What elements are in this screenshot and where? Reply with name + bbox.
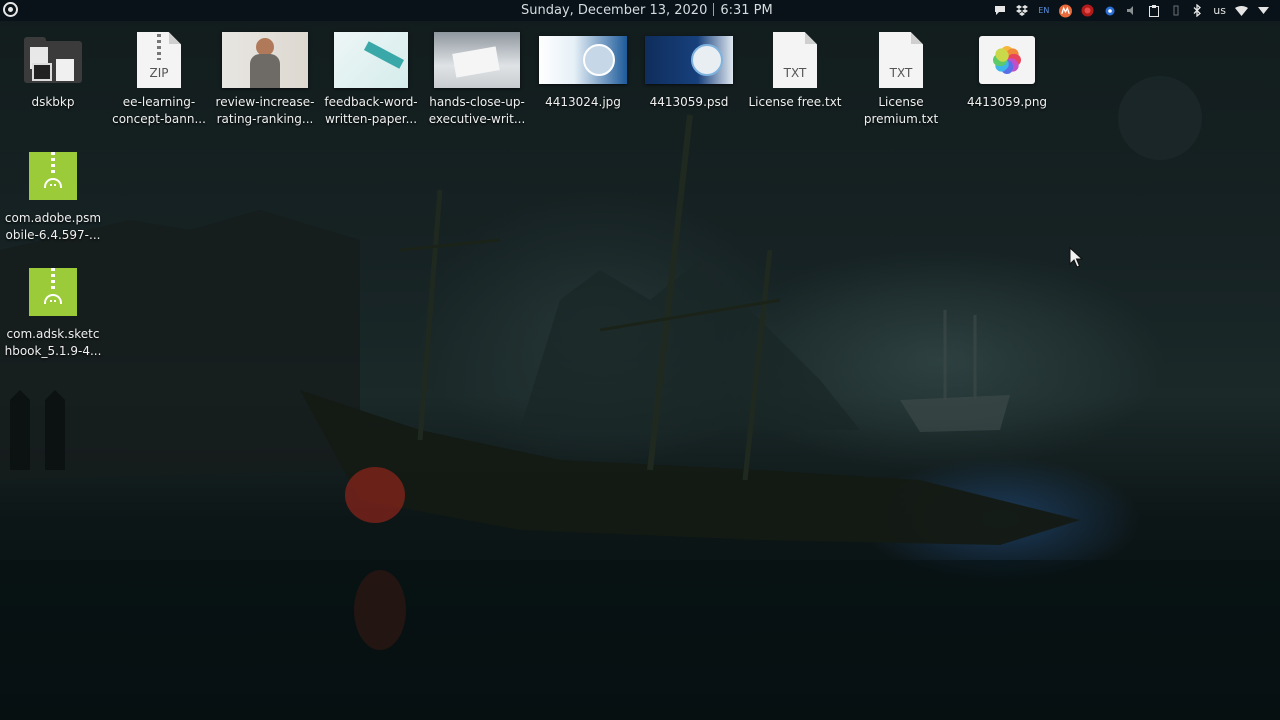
record-button-icon[interactable] (1081, 4, 1094, 17)
text-file-icon: TXT (743, 30, 847, 90)
clock-separator (713, 3, 715, 16)
clipboard-icon[interactable] (1147, 4, 1160, 17)
top-panel: Sunday, December 13, 2020 6:31 PM EN us (0, 0, 1280, 21)
zip-file-icon: ZIP (107, 30, 211, 90)
application-menu-icon[interactable] (3, 2, 18, 17)
notification-toggle-icon[interactable] (1169, 4, 1182, 17)
desktop-icon-review-increase[interactable]: review-increase- rating-ranking... (213, 30, 317, 128)
desktop-icon-4413059-psd[interactable]: 4413059.psd (637, 30, 741, 111)
folder-icon (1, 30, 105, 90)
image-thumbnail-icon (531, 30, 635, 90)
desktop-icon-4413024-jpg[interactable]: 4413024.jpg (531, 30, 635, 111)
volume-icon[interactable] (1125, 4, 1138, 17)
mouse-cursor-icon (1069, 246, 1084, 273)
recorder-icon[interactable] (1059, 4, 1073, 17)
desktop-icon-label: 4413059.psd (649, 95, 729, 109)
keyboard-layout[interactable]: us (1213, 4, 1226, 17)
desktop-icon-hands-close-up[interactable]: hands-close-up- executive-writ... (425, 30, 529, 128)
desktop-icon-label: feedback-word- written-paper... (324, 95, 418, 126)
image-thumbnail-icon (425, 30, 529, 90)
sync-icon[interactable] (1103, 4, 1116, 17)
panel-clock[interactable]: Sunday, December 13, 2020 6:31 PM (521, 2, 773, 19)
clock-date: Sunday, December 13, 2020 (521, 3, 708, 18)
bluetooth-icon[interactable] (1191, 4, 1204, 17)
photos-app-icon (955, 30, 1059, 90)
desktop-icon-label: 4413059.png (966, 95, 1048, 109)
desktop-icon-label: hands-close-up- executive-writ... (428, 95, 526, 126)
image-thumbnail-icon (319, 30, 423, 90)
desktop-icon-psmobile-apk[interactable]: com.adobe.psm obile-6.4.597-... (1, 146, 105, 244)
desktop-icon-license-premium[interactable]: TXT License premium.txt (849, 30, 953, 128)
desktop-icon-ee-learning[interactable]: ZIP ee-learning- concept-bann... (107, 30, 211, 128)
desktop-icon-license-free[interactable]: TXT License free.txt (743, 30, 847, 111)
system-tray: EN us (993, 2, 1270, 19)
panel-menu-arrow-icon[interactable] (1257, 4, 1270, 17)
desktop-icon-label: dskbkp (31, 95, 75, 109)
desktop-icon-label: License free.txt (748, 95, 842, 109)
desktop-icon-label: License premium.txt (863, 95, 939, 126)
desktop-icon-feedback-word[interactable]: feedback-word- written-paper... (319, 30, 423, 128)
keyboard-indicator[interactable]: EN (1037, 4, 1050, 17)
desktop-icon-label: com.adsk.sketc hbook_5.1.9-4... (4, 327, 102, 358)
image-thumbnail-icon (213, 30, 317, 90)
desktop-icon-label: ee-learning- concept-bann... (112, 95, 206, 126)
desktop-icon-sketchbook-apk[interactable]: com.adsk.sketc hbook_5.1.9-4... (1, 262, 105, 360)
desktop-icon-dskbkp[interactable]: dskbkp (1, 30, 105, 111)
android-package-icon (1, 262, 105, 322)
desktop-icon-label: review-increase- rating-ranking... (215, 95, 315, 126)
wifi-icon[interactable] (1235, 4, 1248, 17)
desktop-icon-label: com.adobe.psm obile-6.4.597-... (4, 211, 102, 242)
notifications-icon[interactable] (993, 4, 1006, 17)
android-package-icon (1, 146, 105, 206)
desktop-icon-4413059-png[interactable]: 4413059.png (955, 30, 1059, 111)
image-thumbnail-icon (637, 30, 741, 90)
clock-time: 6:31 PM (720, 3, 773, 18)
dropbox-icon[interactable] (1015, 4, 1028, 17)
text-file-icon: TXT (849, 30, 953, 90)
desktop-icon-label: 4413024.jpg (545, 95, 621, 109)
